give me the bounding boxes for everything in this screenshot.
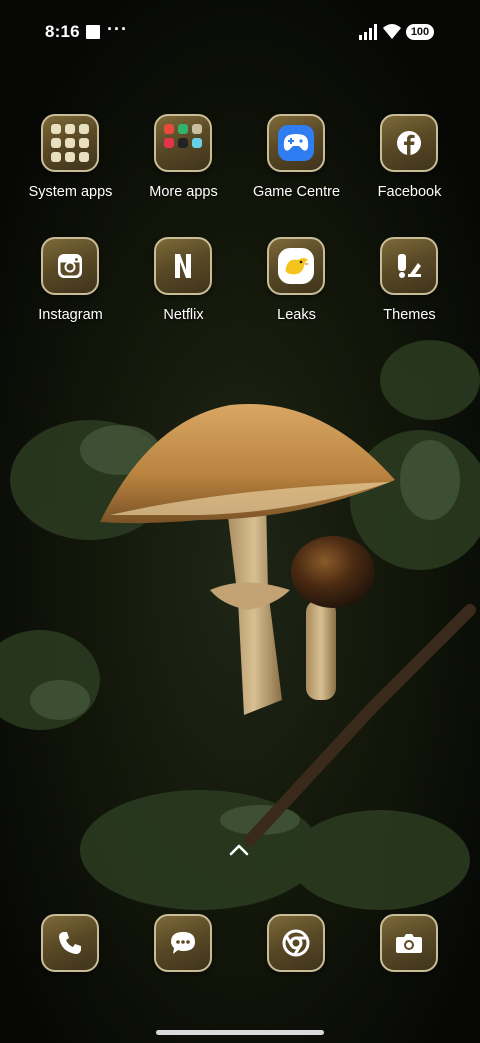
game-controller-icon[interactable] bbox=[267, 114, 325, 172]
more-apps-folder-icon[interactable] bbox=[154, 114, 212, 172]
app-facebook[interactable]: Facebook bbox=[353, 114, 466, 224]
netflix-glyph bbox=[175, 254, 191, 278]
app-leaks[interactable]: Leaks bbox=[240, 237, 353, 347]
app-game-centre[interactable]: Game Centre bbox=[240, 114, 353, 224]
themes-icon[interactable] bbox=[380, 237, 438, 295]
dock-phone-button[interactable] bbox=[41, 914, 99, 972]
wifi-icon bbox=[383, 24, 401, 39]
instagram-icon[interactable] bbox=[41, 237, 99, 295]
more-notifications-indicator: ··· bbox=[107, 19, 128, 39]
phone-icon bbox=[59, 932, 81, 954]
app-more-apps[interactable]: More apps bbox=[127, 114, 240, 224]
system-apps-folder-icon[interactable] bbox=[41, 114, 99, 172]
chrome-icon bbox=[282, 929, 310, 957]
gamepad-glyph bbox=[283, 134, 309, 151]
home-gesture-bar[interactable] bbox=[156, 1030, 324, 1035]
dock-camera-button[interactable] bbox=[380, 914, 438, 972]
app-themes[interactable]: Themes bbox=[353, 237, 466, 347]
facebook-icon[interactable] bbox=[380, 114, 438, 172]
clock-time: 8:16 bbox=[45, 22, 80, 41]
netflix-icon[interactable] bbox=[154, 237, 212, 295]
facebook-glyph bbox=[397, 131, 421, 156]
themes-glyph bbox=[398, 254, 421, 278]
status-bar: 8:16 ··· 100 bbox=[0, 0, 480, 64]
leaks-bird-icon[interactable] bbox=[267, 237, 325, 295]
notification-square-icon bbox=[86, 25, 100, 39]
app-instagram[interactable]: Instagram bbox=[14, 237, 127, 347]
messages-icon bbox=[171, 932, 195, 954]
app-netflix[interactable]: Netflix bbox=[127, 237, 240, 347]
instagram-glyph bbox=[58, 254, 82, 278]
bird-glyph bbox=[285, 258, 310, 275]
battery-indicator: 100 bbox=[406, 24, 434, 40]
app-label: Themes bbox=[383, 307, 436, 323]
camera-icon bbox=[396, 934, 422, 953]
chevron-up-icon[interactable] bbox=[229, 843, 249, 857]
dock-chrome-button[interactable] bbox=[267, 914, 325, 972]
app-label: Facebook bbox=[377, 184, 442, 200]
cell-signal-icon bbox=[359, 24, 377, 40]
home-screen: 8:16 ··· 100 System apps More apps Game … bbox=[0, 0, 480, 1043]
dock-messages-button[interactable] bbox=[154, 914, 212, 972]
app-system-apps[interactable]: System apps bbox=[14, 114, 127, 224]
